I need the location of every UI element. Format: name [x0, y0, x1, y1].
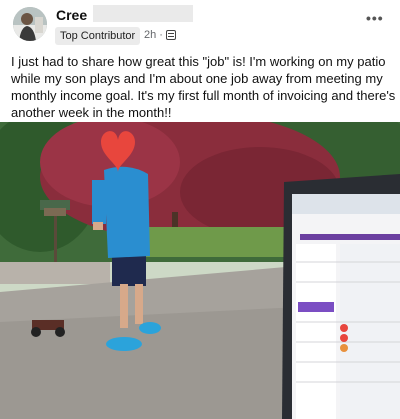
redacted-name — [93, 5, 193, 22]
post-time[interactable]: 2h · — [144, 29, 163, 41]
more-options-icon[interactable]: ••• — [366, 10, 384, 26]
avatar[interactable] — [13, 7, 47, 41]
post-text: I just had to share how great this "job"… — [11, 54, 396, 120]
audience-icon — [166, 30, 176, 40]
author-name[interactable]: Cree — [56, 7, 87, 23]
post-photo[interactable] — [0, 122, 400, 419]
top-contributor-badge: Top Contributor — [55, 27, 141, 45]
post-header: Cree Top Contributor 2h · ••• — [0, 0, 400, 50]
